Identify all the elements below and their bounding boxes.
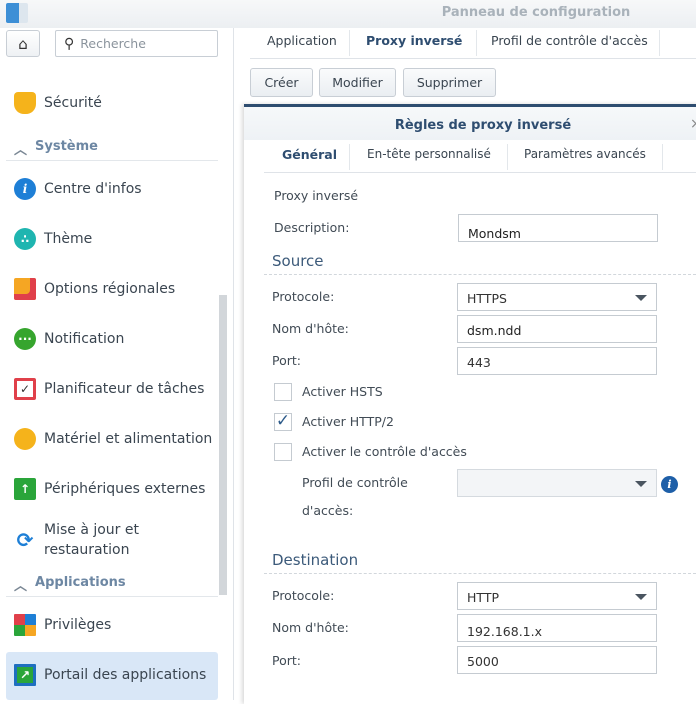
dialog-title: Règles de proxy inversé [394, 118, 572, 133]
calendar-check-icon: ✓ [14, 378, 36, 400]
search-icon: ⚲ [64, 35, 75, 52]
dest-port-input[interactable]: 5000 [457, 646, 657, 674]
tab-profil-controle[interactable]: Profil de contrôle d'accès [491, 33, 648, 48]
source-port-input[interactable]: 443 [457, 347, 657, 375]
access-control-label: Activer le contrôle d'accès [302, 444, 467, 459]
sidebar-item-options-regionales[interactable]: Options régionales [14, 278, 175, 300]
dest-host-label: Nom d'hôte: [272, 620, 349, 635]
source-host-label: Nom d'hôte: [272, 321, 349, 336]
source-host-input[interactable]: dsm.ndd [457, 315, 657, 343]
chevron-up-icon: ︿ [14, 143, 28, 158]
dest-protocol-select[interactable]: HTTP [457, 582, 657, 610]
source-port-label: Port: [272, 353, 301, 368]
grid-icon [14, 614, 36, 636]
upload-icon: ↑ [14, 478, 36, 500]
profile-select-disabled[interactable] [457, 469, 657, 497]
divider [659, 30, 660, 56]
dialog-tab-underline [264, 172, 696, 173]
sidebar [0, 28, 234, 700]
sidebar-item-portail[interactable]: ↗ Portail des applications [14, 664, 206, 686]
home-button[interactable]: ⌂ [6, 30, 40, 57]
description-input[interactable]: Mondsm [458, 214, 658, 242]
divider [6, 160, 218, 161]
proxy-label: Proxy inversé [274, 188, 359, 203]
dest-host-input[interactable]: 192.168.1.x [457, 614, 657, 642]
source-protocol-label: Protocole: [272, 289, 335, 304]
sidebar-item-peripheriques[interactable]: ↑ Périphériques externes [14, 478, 205, 500]
sidebar-item-materiel[interactable]: Matériel et alimentation [14, 428, 212, 450]
source-heading: Source [272, 252, 324, 270]
sidebar-scrollbar[interactable] [219, 295, 227, 595]
profile-label: Profil de contrôle [302, 475, 408, 490]
divider [476, 30, 477, 56]
profile-label-cont: d'accès: [302, 503, 354, 518]
divider [507, 144, 508, 170]
tab-application[interactable]: Application [267, 33, 337, 48]
hsts-label: Activer HSTS [302, 384, 383, 399]
info-icon[interactable]: i [661, 476, 678, 493]
destination-heading: Destination [272, 551, 359, 569]
map-clock-icon [14, 278, 36, 300]
create-button[interactable]: Créer [250, 68, 313, 97]
divider [349, 30, 350, 56]
tab-parametres-avances[interactable]: Paramètres avancés [524, 147, 646, 161]
delete-button[interactable]: Supprimer [403, 68, 496, 97]
search-input[interactable]: ⚲ Recherche [55, 30, 218, 57]
http2-checkbox[interactable]: ✓ [274, 413, 292, 431]
sidebar-item-securite[interactable]: Sécurité [14, 92, 102, 114]
divider [264, 274, 696, 275]
shield-icon [14, 92, 36, 114]
modify-button[interactable]: Modifier [319, 68, 396, 97]
checkmark-icon: ✓ [275, 411, 291, 431]
dest-protocol-label: Protocole: [272, 588, 335, 603]
refresh-icon: ⟳ [16, 528, 34, 552]
divider [6, 596, 218, 597]
close-icon[interactable]: × [690, 116, 696, 132]
tab-proxy-inverse[interactable]: Proxy inversé [366, 33, 462, 48]
divider [264, 573, 696, 574]
divider [349, 144, 350, 170]
info-icon: i [14, 178, 36, 200]
palette-icon: ∴ [14, 228, 36, 250]
access-control-checkbox[interactable] [274, 443, 292, 461]
section-applications[interactable]: ︿ Applications [14, 575, 126, 594]
http2-label: Activer HTTP/2 [302, 414, 394, 429]
window-title: Panneau de configuration [441, 5, 631, 20]
tab-general[interactable]: Général [282, 147, 337, 162]
lightbulb-icon [14, 428, 36, 450]
portal-arrow-icon: ↗ [14, 664, 36, 686]
divider [662, 144, 663, 170]
sidebar-item-theme[interactable]: ∴ Thème [14, 228, 92, 250]
description-label: Description: [274, 220, 350, 235]
source-protocol-select[interactable]: HTTPS [457, 283, 657, 311]
chevron-up-icon: ︿ [14, 579, 28, 594]
section-systeme[interactable]: ︿ Système [14, 139, 98, 158]
home-icon: ⌂ [18, 34, 28, 53]
sidebar-item-notification[interactable]: ··· Notification [14, 328, 124, 350]
chat-bubble-icon: ··· [14, 328, 36, 350]
control-panel-icon [6, 3, 28, 23]
sidebar-item-planificateur[interactable]: ✓ Planificateur de tâches [14, 378, 204, 400]
tab-underline [250, 58, 696, 59]
hsts-checkbox[interactable] [274, 383, 292, 401]
tab-en-tete[interactable]: En-tête personnalisé [367, 147, 491, 161]
sidebar-item-privileges[interactable]: Privilèges [14, 614, 111, 636]
sidebar-item-mise-a-jour[interactable]: ⟳ Mise à jour et restauration [14, 520, 139, 560]
dest-port-label: Port: [272, 653, 301, 668]
sidebar-item-centre-infos[interactable]: i Centre d'infos [14, 178, 142, 200]
